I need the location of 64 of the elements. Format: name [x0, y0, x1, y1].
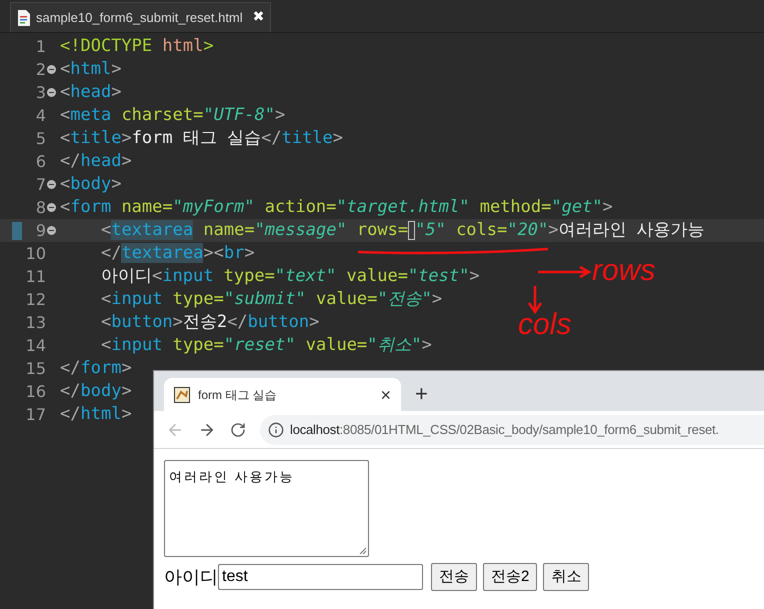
tab-title: sample10_form6_submit_reset.html [36, 8, 243, 27]
browser-tab[interactable]: form 태그 실습 × [164, 378, 401, 411]
rows-annotation: rows [592, 256, 656, 286]
fold-icon[interactable] [46, 203, 56, 212]
line-number: 8 [36, 196, 46, 218]
code-line: <input type="reset" value="취소"> [100, 334, 432, 357]
text-input-field[interactable]: test [218, 564, 423, 590]
code-line: <body> [59, 173, 122, 196]
line-number: 15 [26, 358, 46, 380]
line-number: 12 [26, 288, 46, 310]
line-number: 16 [26, 380, 46, 402]
html-file-icon [17, 10, 30, 26]
code-line: <!DOCTYPE html> [59, 35, 214, 58]
code-line: </textarea><br> [100, 242, 255, 265]
line-number: 9 [36, 220, 46, 242]
code-line: <button>전송2</button> [100, 311, 320, 334]
code-line: <html> [59, 58, 122, 81]
line-number: 7 [36, 174, 46, 196]
code-line: <head> [59, 81, 122, 104]
favicon-icon [174, 386, 190, 402]
code-line: </form> [59, 357, 132, 380]
fold-icon[interactable] [46, 226, 56, 235]
line-number: 13 [26, 312, 46, 334]
fold-icon[interactable] [46, 88, 56, 97]
code-line: </body> [59, 380, 132, 403]
code-line: <textarea name="message" rows= "5" cols="20">여러라인 사용가능 [100, 219, 705, 242]
line-number: 2 [36, 58, 46, 80]
fold-icon[interactable] [46, 180, 56, 189]
form-button[interactable]: 전송 [431, 563, 477, 591]
bookmark-marker [12, 222, 22, 240]
reload-icon[interactable] [230, 422, 246, 438]
cols-annotation: cols [518, 310, 572, 340]
form-button[interactable]: 전송2 [483, 563, 538, 591]
form-button[interactable]: 취소 [543, 563, 590, 591]
code-line: </head> [59, 150, 132, 173]
right-arrow-drawing [536, 265, 592, 279]
close-icon[interactable]: × [380, 386, 391, 404]
down-arrow-drawing [527, 284, 543, 314]
line-number: 10 [26, 242, 46, 264]
url-text: localhost:8085/01HTML_CSS/02Basic_body/sample10_form6_submit_reset. [290, 420, 719, 439]
field-label: 아이디 [164, 566, 218, 588]
resize-handle-icon[interactable] [359, 547, 367, 555]
line-number: 1 [36, 36, 46, 58]
textarea-field[interactable]: 여러라인 사용가능 [164, 460, 369, 557]
code-line: <input type="submit" value="전송"> [100, 288, 442, 311]
close-icon[interactable]: ✖ [252, 7, 264, 28]
new-tab-button[interactable]: + [415, 383, 428, 405]
code-line: </html> [59, 403, 132, 426]
fold-icon[interactable] [46, 65, 56, 74]
line-number: 17 [26, 404, 46, 426]
code-line: <meta charset="UTF-8"> [59, 104, 286, 127]
address-bar[interactable]: localhost:8085/01HTML_CSS/02Basic_body/sample10_form6_submit_reset. [260, 414, 764, 444]
info-icon [268, 422, 284, 438]
line-number: 11 [26, 266, 46, 288]
line-number: 5 [36, 128, 46, 150]
code-line: 아이디<input type="text" value="test"> [100, 265, 480, 288]
line-number: 6 [36, 150, 46, 172]
tab-title: form 태그 실습 [198, 386, 278, 404]
line-number: 4 [36, 104, 46, 126]
line-number: 3 [36, 82, 46, 104]
code-line: <form name="myForm" action="target.html" method="get"> [59, 196, 613, 219]
editor-tab[interactable]: sample10_form6_submit_reset.html ✖ [10, 2, 272, 32]
line-number: 14 [26, 334, 46, 356]
code-line: <title>form 태그 실습</title> [59, 127, 344, 150]
